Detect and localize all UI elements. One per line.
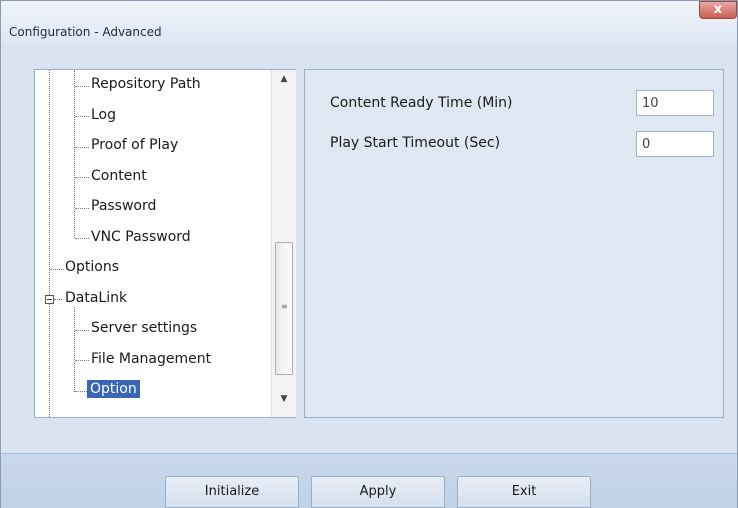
tree-connector [75, 116, 89, 117]
tree-item-password[interactable]: Password [91, 198, 156, 214]
tree-connector [75, 208, 89, 209]
tree-connector [74, 307, 75, 392]
tree-item-file-management[interactable]: File Management [91, 351, 211, 367]
scroll-down-arrow-icon[interactable]: ▼ [272, 390, 296, 408]
content-ready-time-input[interactable] [636, 90, 714, 116]
tree-item-proof-of-play[interactable]: Proof of Play [91, 137, 178, 153]
play-start-timeout-label: Play Start Timeout (Sec) [330, 135, 501, 151]
tree-item-datalink[interactable]: DataLink [65, 290, 127, 306]
tree-connector [75, 86, 89, 87]
tree-connector [75, 330, 89, 331]
tree-item-vnc-password[interactable]: VNC Password [91, 229, 191, 245]
tree-item-option[interactable]: Option [87, 380, 140, 398]
title-bar: Configuration - Advanced x [1, 1, 737, 43]
tree-item-options[interactable]: Options [65, 259, 119, 275]
play-start-timeout-input[interactable] [636, 131, 714, 157]
tree-connector [74, 70, 75, 238]
apply-button[interactable]: Apply [311, 476, 445, 508]
tree-connector [75, 238, 89, 239]
initialize-button[interactable]: Initialize [165, 476, 299, 508]
tree-connector [75, 391, 87, 392]
scrollbar-thumb[interactable]: ≡ [275, 242, 293, 375]
button-bar: Initialize Apply Exit [1, 453, 737, 508]
configuration-window: Configuration - Advanced x Repository Pa… [0, 0, 738, 508]
tree-connector [75, 147, 89, 148]
tree-item-server-settings[interactable]: Server settings [91, 320, 197, 336]
window-title: Configuration - Advanced [9, 25, 162, 39]
settings-tree: Repository Path Log Proof of Play Conten… [34, 69, 296, 418]
content-ready-time-label: Content Ready Time (Min) [330, 95, 513, 111]
tree-item-content[interactable]: Content [91, 168, 147, 184]
grip-icon: ≡ [281, 302, 288, 311]
collapse-icon[interactable] [45, 295, 54, 304]
close-button[interactable]: x [699, 1, 737, 19]
tree-connector [75, 360, 89, 361]
tree-connector [75, 177, 89, 178]
tree-item-repository-path[interactable]: Repository Path [91, 76, 201, 92]
exit-button[interactable]: Exit [457, 476, 591, 508]
tree-connector [54, 299, 62, 300]
tree-connector [49, 70, 50, 417]
scroll-up-arrow-icon[interactable]: ▲ [272, 70, 296, 88]
tree-scrollbar[interactable]: ▲ ≡ ▼ [271, 70, 296, 417]
tree-viewport: Repository Path Log Proof of Play Conten… [35, 70, 271, 417]
tree-item-log[interactable]: Log [91, 107, 116, 123]
tree-connector [50, 269, 64, 270]
settings-panel: Content Ready Time (Min) Play Start Time… [304, 69, 724, 418]
